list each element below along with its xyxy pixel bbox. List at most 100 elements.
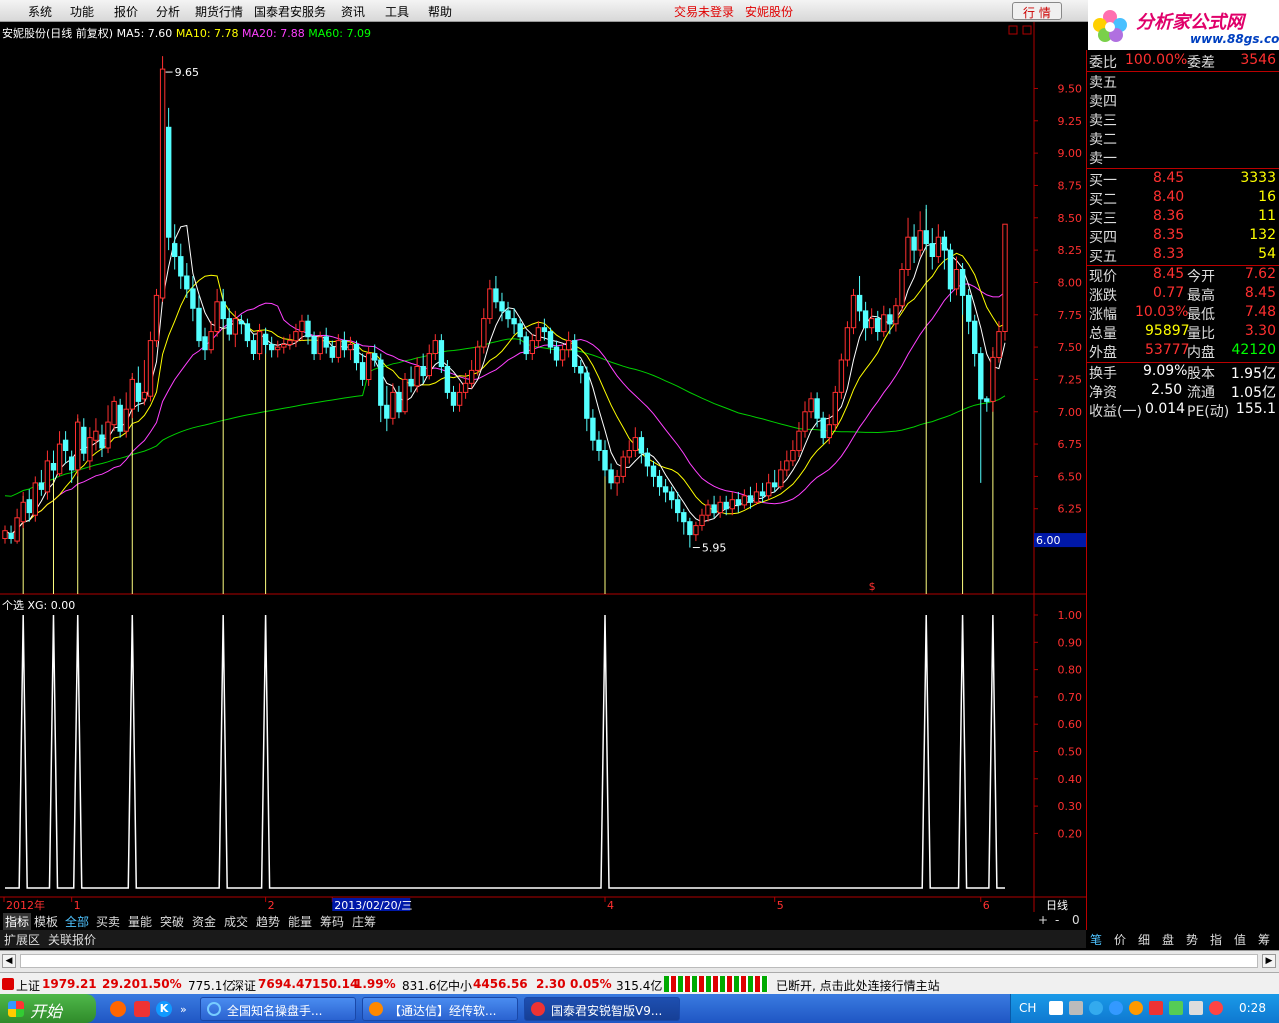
rtab-value[interactable]: 值	[1234, 931, 1246, 948]
tab-related-quote[interactable]: 关联报价	[48, 931, 96, 948]
ma10-label: MA10: 7.78	[175, 27, 239, 40]
candle-down	[820, 417, 826, 439]
menu-system[interactable]: 系统	[28, 3, 52, 20]
candle-down	[450, 391, 457, 406]
scroll-track[interactable]	[20, 954, 1258, 968]
tab-deal[interactable]: 成交	[224, 913, 248, 930]
tab-volume[interactable]: 量能	[128, 913, 152, 930]
period-label: 日线	[1046, 898, 1068, 912]
horizontal-scrollbar[interactable]: ◀ ▶	[0, 950, 1279, 972]
menu-news[interactable]: 资讯	[341, 3, 365, 20]
candle-up	[32, 482, 38, 516]
price-tick-label: 8.50	[1058, 212, 1083, 225]
login-status[interactable]: 交易未登录	[674, 3, 734, 20]
price-tick-label: 7.50	[1058, 341, 1083, 354]
clock: 0:28	[1239, 1001, 1266, 1015]
tray-qq2-icon[interactable]	[1129, 1001, 1143, 1015]
sh-index[interactable]: 1979.21	[42, 977, 97, 991]
quicklaunch-k-icon[interactable]: K	[156, 1001, 172, 1017]
menu-help[interactable]: 帮助	[428, 3, 452, 20]
kline-chart[interactable]: 9.50 9.25 9.00 8.75 8.50 8.25 8.00 7.75 7.50 7.25…	[0, 22, 1086, 912]
tray-shield-icon[interactable]	[1169, 1001, 1183, 1015]
sell2-row: 卖二	[1089, 129, 1278, 148]
tab-indicator[interactable]: 指标	[3, 913, 32, 930]
candle-up	[844, 327, 851, 361]
menu-function[interactable]: 功能	[70, 3, 94, 20]
stat-high-value: 8.45	[1244, 285, 1276, 301]
candle-up	[335, 340, 342, 358]
quote-button[interactable]: 行 情	[1012, 2, 1062, 20]
candle-down	[62, 439, 69, 452]
menu-broker-service[interactable]: 国泰君安服务	[254, 3, 326, 20]
tab-dealer-chips[interactable]: 庄筹	[352, 913, 376, 930]
menu-tools[interactable]: 工具	[385, 3, 409, 20]
rtab-detail[interactable]: 细	[1138, 931, 1150, 948]
candle-up	[44, 460, 51, 493]
tab-all[interactable]: 全部	[65, 913, 89, 930]
zoom-reset-button[interactable]: 0	[1072, 913, 1080, 927]
rtab-book[interactable]: 盘	[1162, 931, 1174, 948]
candle-up	[432, 340, 439, 355]
candle-down	[923, 230, 929, 245]
scroll-left-icon[interactable]: ◀	[2, 954, 16, 968]
connection-message[interactable]: 已断开, 点击此处连接行情主站	[776, 977, 940, 994]
pane-maximize-icon	[1022, 25, 1032, 35]
start-button[interactable]: 开始	[0, 994, 96, 1023]
task-tdx[interactable]: 【通达信】经传软...	[362, 997, 518, 1021]
tab-chips[interactable]: 筹码	[320, 913, 344, 930]
kline-chart-area[interactable]: 9.50 9.25 9.00 8.75 8.50 8.25 8.00 7.75 7.50 7.25…	[0, 22, 1086, 912]
rtab-chips[interactable]: 筹	[1258, 931, 1270, 948]
task-broker-app[interactable]: 国泰君安锐智版V9...	[524, 997, 680, 1021]
rtab-trend[interactable]: 势	[1186, 931, 1198, 948]
tab-trade[interactable]: 买卖	[96, 913, 120, 930]
menu-quote[interactable]: 报价	[114, 3, 138, 20]
stat-pe-label: PE(动)	[1187, 404, 1230, 420]
zoom-out-button[interactable]: -	[1055, 913, 1059, 927]
tab-extension[interactable]: 扩展区	[4, 931, 40, 948]
tab-template[interactable]: 模板	[34, 913, 58, 930]
tab-capital[interactable]: 资金	[192, 913, 216, 930]
scroll-right-icon[interactable]: ▶	[1262, 954, 1276, 968]
candle-down	[517, 323, 523, 338]
sell4-row: 卖四	[1089, 91, 1278, 110]
candle-down	[172, 243, 178, 258]
stat-turnover-value: 9.09%	[1143, 363, 1188, 379]
candle-down	[578, 366, 584, 374]
rtab-price[interactable]: 价	[1114, 931, 1126, 948]
menu-futures[interactable]: 期货行情	[195, 3, 243, 20]
quicklaunch-app-icon[interactable]	[110, 1001, 126, 1017]
rtab-tick[interactable]: 笔	[1090, 931, 1102, 948]
stat-low-value: 7.48	[1244, 304, 1276, 320]
tray-volume-icon[interactable]	[1189, 1001, 1203, 1015]
candle-up	[953, 269, 960, 290]
tab-breakout[interactable]: 突破	[160, 913, 184, 930]
candle-up	[56, 443, 63, 475]
tray-security-icon[interactable]	[1149, 1001, 1163, 1015]
sz-amount: 831.6亿	[402, 979, 449, 993]
price-tick-label: 8.00	[1058, 276, 1083, 289]
candle-down	[493, 288, 499, 303]
candle-down	[202, 336, 208, 351]
tray-network-icon[interactable]	[1069, 1001, 1083, 1015]
menu-analysis[interactable]: 分析	[156, 3, 180, 20]
zoom-in-button[interactable]: +	[1038, 913, 1048, 927]
tray-antivirus-icon[interactable]	[1209, 1001, 1223, 1015]
quicklaunch-more-icon[interactable]: »	[180, 1003, 187, 1016]
input-language[interactable]: CH	[1019, 1001, 1036, 1015]
task-browser[interactable]: 全国知名操盘手...	[200, 997, 356, 1021]
rtab-index[interactable]: 指	[1210, 931, 1222, 948]
tray-update-icon[interactable]	[1089, 1001, 1103, 1015]
sz-index[interactable]: 7694.47	[258, 977, 313, 991]
candle-down	[99, 434, 105, 449]
stock-name-link[interactable]: 安妮股份	[745, 3, 793, 20]
candle-up	[996, 331, 1002, 359]
candle-down	[984, 398, 990, 402]
tray-qq-icon[interactable]	[1109, 1001, 1123, 1015]
tab-trend[interactable]: 趋势	[256, 913, 280, 930]
tray-help-icon[interactable]	[1049, 1001, 1063, 1015]
quicklaunch-game-icon[interactable]	[134, 1001, 150, 1017]
candle-up	[784, 460, 790, 471]
tab-energy[interactable]: 能量	[288, 913, 312, 930]
zx-index[interactable]: 4456.56	[473, 977, 528, 991]
candle-down	[959, 269, 966, 296]
